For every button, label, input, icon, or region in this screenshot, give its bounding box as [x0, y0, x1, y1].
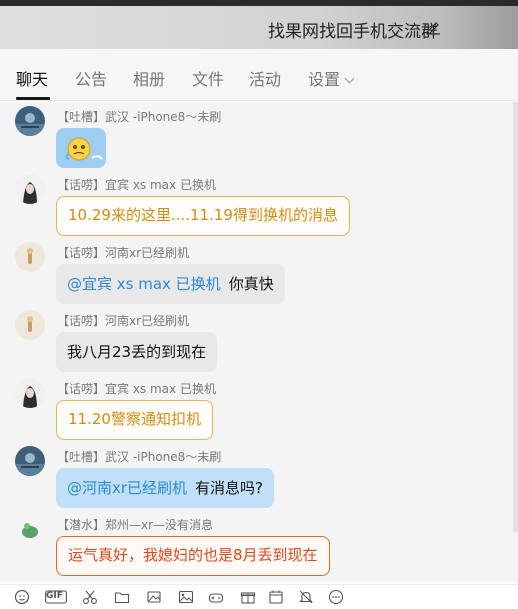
tab-activity[interactable]: 活动	[249, 66, 281, 90]
sender-name: 【话唠】宜宾 xs max 已换机	[57, 178, 216, 192]
bell-off-icon[interactable]	[298, 589, 314, 605]
chat-scrollbar[interactable]	[513, 102, 518, 532]
folder-icon[interactable]	[114, 589, 130, 605]
message-bubble[interactable]: @宜宾 xs max 已换机 你真快	[56, 264, 285, 304]
input-toolbar: GIF	[0, 584, 518, 605]
title-bar: 找果网找回手机交流群	[0, 6, 518, 49]
avatar[interactable]	[15, 106, 45, 136]
avatar[interactable]	[15, 514, 45, 544]
mention-link[interactable]: @河南xr已经刷机	[67, 479, 187, 497]
gif-label: GIF	[46, 591, 63, 601]
sticker-message[interactable]	[56, 128, 106, 168]
chevron-down-icon	[344, 73, 355, 84]
sender-name: 【话唠】河南xr已经刷机	[57, 314, 190, 328]
avatar[interactable]	[15, 378, 45, 408]
message-text: 有消息吗?	[195, 479, 264, 497]
chat-area: 【吐槽】武汉 -iPhone8～未刷 【话唠】宜宾 xs max 已换机 10.…	[0, 102, 518, 582]
message-text: 11.20警察通知扣机	[68, 410, 201, 428]
calendar-icon[interactable]	[268, 589, 284, 605]
active-tab-indicator	[16, 97, 50, 100]
sender-name: 【话唠】宜宾 xs max 已换机	[57, 382, 216, 396]
gift-icon[interactable]	[240, 589, 256, 605]
sender-name: 【吐槽】武汉 -iPhone8～未刷	[57, 110, 222, 124]
avatar[interactable]	[15, 310, 45, 340]
sender-name: 【吐槽】武汉 -iPhone8～未刷	[57, 450, 222, 464]
scissors-icon[interactable]	[82, 589, 98, 605]
sender-name: 【潜水】郑州—xr—没有消息	[57, 518, 214, 532]
tab-chat[interactable]: 聊天	[16, 66, 48, 90]
tab-bar: 聊天 公告 相册 文件 活动 设置	[0, 49, 518, 101]
message-text: 你真快	[228, 275, 274, 293]
message-text: 我八月23丢的到现在	[67, 343, 207, 361]
avatar[interactable]	[15, 242, 45, 272]
tab-files[interactable]: 文件	[192, 66, 224, 90]
sender-name: 【话唠】河南xr已经刷机	[57, 246, 190, 260]
image-icon[interactable]	[178, 589, 194, 605]
group-title: 找果网找回手机交流群	[268, 22, 438, 42]
tab-announcement[interactable]: 公告	[75, 66, 107, 90]
avatar[interactable]	[15, 174, 45, 204]
more-icon[interactable]	[328, 589, 344, 605]
gamepad-icon[interactable]	[208, 589, 224, 605]
edit-title-icon[interactable]	[424, 18, 442, 36]
emoji-icon[interactable]	[14, 589, 30, 605]
message-text: 运气真好，我媳妇的也是8月丢到现在	[68, 546, 318, 564]
avatar[interactable]	[15, 446, 45, 476]
message-bubble[interactable]: 11.20警察通知扣机	[56, 400, 213, 440]
message-bubble[interactable]: 10.29来的这里....11.19得到换机的消息	[56, 196, 350, 236]
tab-settings-label: 设置	[308, 70, 341, 89]
mention-link[interactable]: @宜宾 xs max 已换机	[67, 275, 221, 293]
tab-settings[interactable]: 设置	[308, 66, 355, 90]
message-bubble[interactable]: 运气真好，我媳妇的也是8月丢到现在	[56, 536, 330, 576]
message-bubble[interactable]: @河南xr已经刷机 有消息吗?	[56, 468, 275, 508]
image-library-icon[interactable]	[146, 589, 162, 605]
message-bubble[interactable]: 我八月23丢的到现在	[56, 332, 218, 372]
gif-icon[interactable]: GIF	[45, 589, 67, 605]
tab-album[interactable]: 相册	[133, 66, 165, 90]
message-text: 10.29来的这里....11.19得到换机的消息	[68, 206, 338, 224]
